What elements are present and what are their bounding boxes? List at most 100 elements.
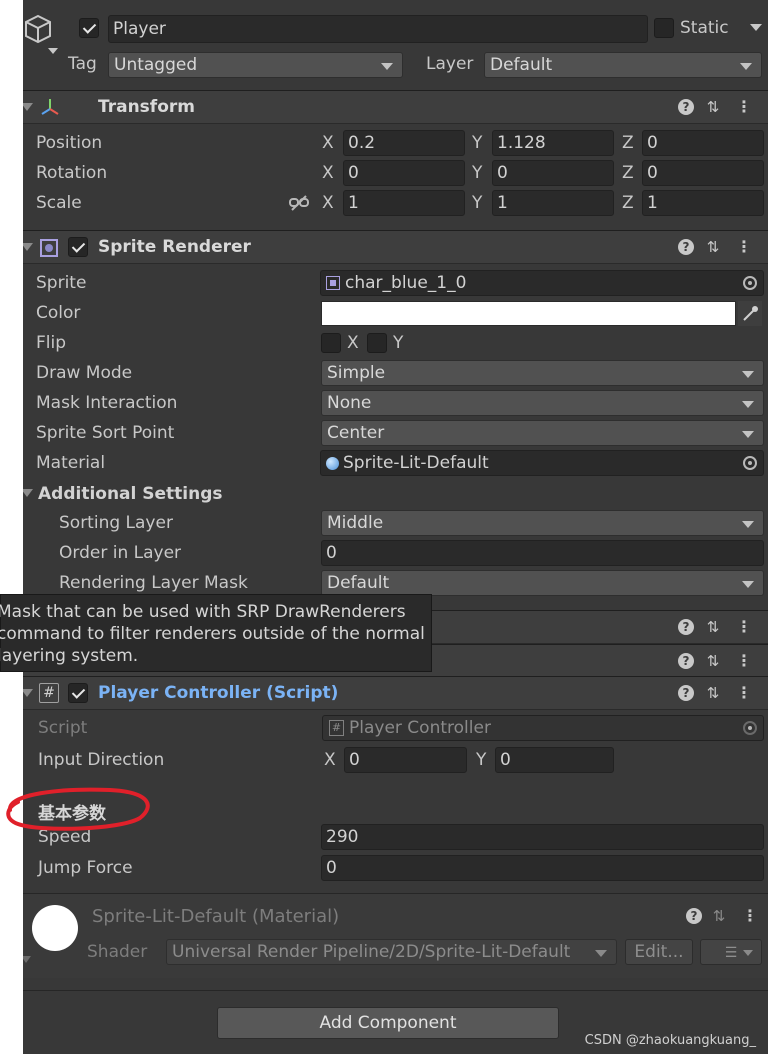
transform-header[interactable]: Transform ? ⇅ ⋮ bbox=[23, 90, 768, 124]
scale-y-field[interactable]: 1 bbox=[492, 190, 614, 216]
axis-y-label: Y bbox=[472, 163, 483, 183]
chevron-down-icon bbox=[743, 950, 753, 956]
sprite-renderer-header[interactable]: Sprite Renderer ? ⇅ ⋮ bbox=[23, 230, 768, 264]
presets-icon[interactable]: ⇅ bbox=[704, 97, 722, 117]
sorting-layer-value: Middle bbox=[327, 513, 384, 533]
additional-settings-label[interactable]: Additional Settings bbox=[38, 484, 223, 504]
scale-label: Scale bbox=[36, 193, 82, 213]
kebab-menu-icon[interactable]: ⋮ bbox=[736, 237, 752, 257]
additional-settings-fold-icon[interactable] bbox=[23, 489, 33, 497]
kebab-menu-icon[interactable]: ⋮ bbox=[742, 906, 758, 926]
scale-x-field[interactable]: 1 bbox=[343, 190, 465, 216]
sprite-object-field[interactable]: char_blue_1_0 bbox=[320, 270, 764, 296]
presets-icon[interactable]: ⇅ bbox=[710, 906, 728, 926]
help-icon[interactable]: ? bbox=[678, 653, 694, 669]
position-y-field[interactable]: 1.128 bbox=[492, 130, 614, 156]
presets-icon[interactable]: ⇅ bbox=[704, 683, 722, 703]
axis-z-label: Z bbox=[622, 163, 634, 183]
sorting-layer-dropdown[interactable]: Middle bbox=[321, 510, 764, 536]
material-object-field[interactable]: Sprite-Lit-Default bbox=[320, 450, 764, 476]
object-picker-icon bbox=[743, 721, 757, 735]
shader-options-button[interactable]: ☰ bbox=[700, 939, 762, 965]
add-component-button[interactable]: Add Component bbox=[217, 1007, 559, 1039]
header-icons: ? ⇅ ⋮ bbox=[678, 617, 758, 639]
tooltip-line: Mask that can be used with SRP DrawRende… bbox=[0, 602, 406, 622]
tooltip: Mask that can be used with SRP DrawRende… bbox=[0, 594, 432, 672]
presets-icon[interactable]: ⇅ bbox=[704, 617, 722, 637]
axis-x-label: X bbox=[322, 193, 334, 213]
help-icon[interactable]: ? bbox=[678, 619, 694, 635]
input-direction-x-field[interactable]: 0 bbox=[344, 747, 467, 773]
fold-arrow-icon[interactable] bbox=[23, 103, 33, 111]
sprite-sort-point-dropdown[interactable]: Center bbox=[321, 420, 764, 446]
static-dropdown-arrow[interactable] bbox=[750, 24, 762, 31]
help-icon[interactable]: ? bbox=[678, 239, 694, 255]
rendering-layer-mask-label: Rendering Layer Mask bbox=[59, 573, 248, 593]
kebab-menu-icon[interactable]: ⋮ bbox=[736, 651, 752, 671]
rotation-x-field[interactable]: 0 bbox=[343, 160, 465, 186]
rotation-z-field[interactable]: 0 bbox=[642, 160, 764, 186]
position-z-field[interactable]: 0 bbox=[642, 130, 764, 156]
eyedropper-icon[interactable] bbox=[738, 301, 762, 326]
presets-icon[interactable]: ⇅ bbox=[704, 237, 722, 257]
icon-dropdown-arrow[interactable] bbox=[48, 48, 58, 54]
color-swatch[interactable] bbox=[321, 301, 736, 326]
object-picker-icon[interactable] bbox=[743, 276, 757, 290]
red-annotation-ellipse bbox=[6, 787, 150, 831]
object-active-checkbox[interactable] bbox=[79, 18, 99, 38]
material-value: Sprite-Lit-Default bbox=[343, 453, 489, 473]
fold-arrow-icon[interactable] bbox=[23, 689, 33, 697]
mask-interaction-dropdown[interactable]: None bbox=[321, 390, 764, 416]
flip-label: Flip bbox=[36, 333, 67, 353]
kebab-menu-icon[interactable]: ⋮ bbox=[736, 617, 752, 637]
layer-dropdown[interactable]: Default bbox=[484, 52, 762, 78]
mask-interaction-value: None bbox=[327, 393, 372, 413]
header-icons: ? ⇅ ⋮ bbox=[678, 651, 758, 673]
fold-arrow-icon[interactable] bbox=[23, 243, 33, 251]
object-picker-icon[interactable] bbox=[743, 456, 757, 470]
object-name-field[interactable]: Player bbox=[108, 15, 648, 43]
header-icons: ? ⇅ ⋮ bbox=[678, 683, 758, 705]
static-checkbox[interactable] bbox=[654, 18, 674, 38]
sprite-renderer-enabled-checkbox[interactable] bbox=[68, 237, 88, 257]
divider bbox=[23, 990, 768, 991]
sprite-renderer-icon bbox=[39, 238, 59, 258]
scale-z-field[interactable]: 1 bbox=[642, 190, 764, 216]
position-x-field[interactable]: 0.2 bbox=[343, 130, 465, 156]
shader-dropdown[interactable]: Universal Render Pipeline/2D/Sprite-Lit-… bbox=[166, 939, 617, 965]
player-controller-enabled-checkbox[interactable] bbox=[68, 683, 88, 703]
material-label: Material bbox=[36, 453, 106, 473]
position-label: Position bbox=[36, 133, 103, 153]
speed-field[interactable]: 290 bbox=[321, 824, 764, 850]
flip-y-checkbox[interactable] bbox=[367, 333, 387, 353]
help-icon[interactable]: ? bbox=[686, 908, 702, 924]
transform-axes-icon bbox=[39, 97, 61, 117]
edit-shader-button[interactable]: Edit... bbox=[625, 939, 693, 965]
fold-arrow-icon[interactable] bbox=[23, 956, 31, 963]
help-icon[interactable]: ? bbox=[678, 99, 694, 115]
kebab-menu-icon[interactable]: ⋮ bbox=[736, 683, 752, 703]
kebab-menu-icon[interactable]: ⋮ bbox=[736, 97, 752, 117]
tag-dropdown[interactable]: Untagged bbox=[108, 52, 403, 78]
material-preview-sphere bbox=[32, 905, 78, 951]
rendering-layer-mask-dropdown[interactable]: Default bbox=[321, 570, 764, 596]
script-asset-icon: # bbox=[329, 720, 344, 736]
axis-y-label: Y bbox=[472, 133, 483, 153]
layer-value: Default bbox=[490, 55, 553, 75]
draw-mode-dropdown[interactable]: Simple bbox=[321, 360, 764, 386]
player-controller-header[interactable]: # Player Controller (Script) ? ⇅ ⋮ bbox=[23, 676, 768, 710]
input-direction-y-field[interactable]: 0 bbox=[495, 747, 614, 773]
flip-x-checkbox[interactable] bbox=[321, 333, 341, 353]
sprite-value: char_blue_1_0 bbox=[345, 273, 467, 293]
static-label: Static bbox=[680, 18, 729, 38]
jump-force-label: Jump Force bbox=[38, 858, 133, 878]
tag-value: Untagged bbox=[114, 55, 198, 75]
watermark: CSDN @zhaokuangkuang_ bbox=[584, 1033, 756, 1048]
rotation-y-field[interactable]: 0 bbox=[492, 160, 614, 186]
link-off-icon[interactable] bbox=[288, 193, 310, 213]
presets-icon[interactable]: ⇅ bbox=[704, 651, 722, 671]
axis-y-label: Y bbox=[476, 750, 487, 770]
order-in-layer-field[interactable]: 0 bbox=[321, 540, 764, 566]
help-icon[interactable]: ? bbox=[678, 685, 694, 701]
jump-force-field[interactable]: 0 bbox=[321, 855, 764, 881]
